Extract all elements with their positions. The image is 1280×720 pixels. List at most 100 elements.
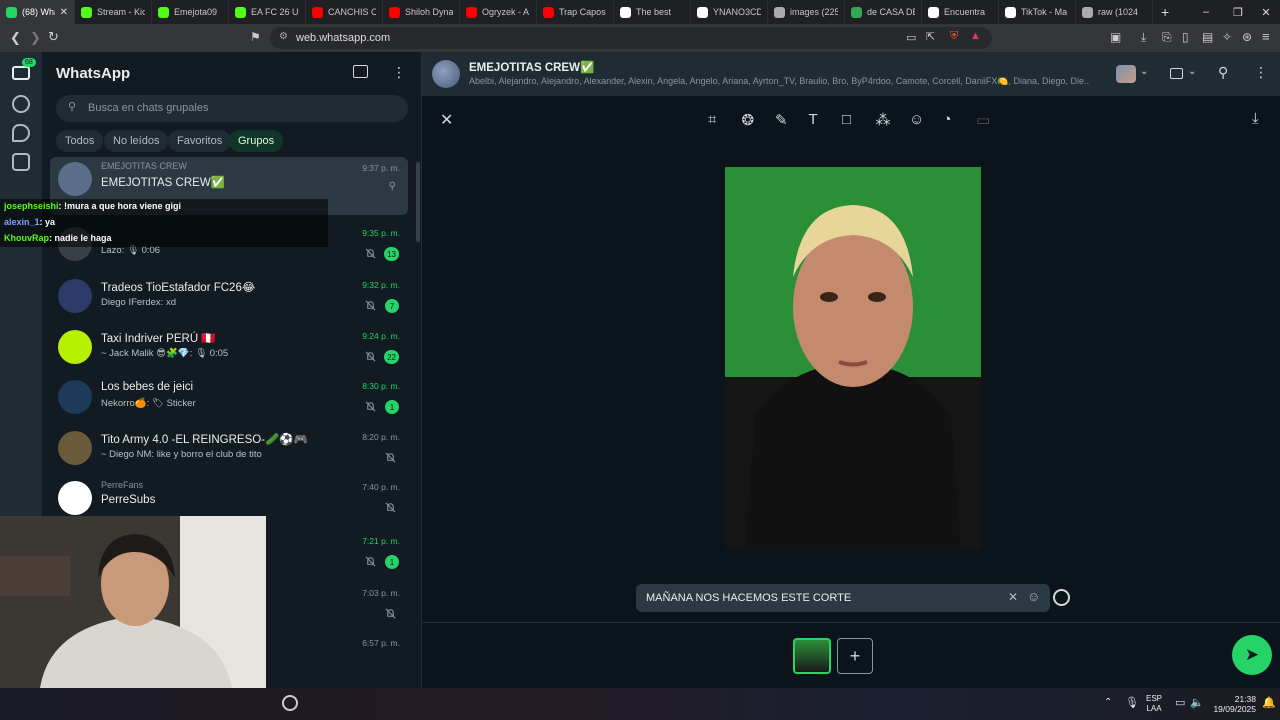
chat-avatar: [58, 481, 92, 515]
filter-no-leidos[interactable]: No leídos: [104, 130, 169, 152]
browser-tab[interactable]: Ogryzek - A: [460, 0, 537, 24]
volume-icon[interactable]: 🔈: [1190, 696, 1204, 709]
close-window-button[interactable]: ✕: [1250, 0, 1280, 24]
filter-icon[interactable]: ❂: [742, 111, 759, 129]
sticker-icon[interactable]: ◔: [943, 111, 960, 128]
chat-list-item[interactable]: Tradeos TioEstafador FC26😂 Diego IFerdex:…: [50, 274, 408, 324]
reader-icon[interactable]: ▣: [1110, 30, 1121, 44]
language-indicator[interactable]: ESP LAA: [1146, 694, 1162, 714]
filter-favoritos[interactable]: Favoritos: [168, 130, 232, 152]
back-icon[interactable]: ❮: [10, 30, 21, 46]
leo-icon[interactable]: ✧: [1222, 30, 1232, 44]
chats-icon[interactable]: [12, 66, 30, 80]
new-tab-button[interactable]: +: [1153, 4, 1177, 20]
chat-preview: Nekorro🍊: 🏷 Sticker: [101, 398, 196, 409]
crop-icon[interactable]: ⌗: [708, 111, 725, 128]
site-info-icon[interactable]: ⚙: [279, 31, 288, 42]
favicon-icon: [697, 6, 708, 18]
chat-list-item[interactable]: Los bebes de jeici Nekorro🍊: 🏷 Sticker 8:3…: [50, 375, 408, 425]
favicon-icon: [81, 6, 92, 18]
app-icon[interactable]: [282, 695, 298, 711]
browser-tab[interactable]: CANCHIS C: [306, 0, 383, 24]
new-chat-icon[interactable]: [353, 65, 368, 78]
sidebar-icon[interactable]: ▯: [1182, 30, 1189, 44]
view-once-icon[interactable]: [1053, 589, 1070, 606]
chat-time: 9:24 p. m.: [362, 331, 400, 341]
tray-chevron-icon[interactable]: ⌃: [1104, 697, 1112, 708]
vpn-icon[interactable]: ⊛: [1242, 30, 1252, 44]
search-input[interactable]: ⚲ Busca en chats grupales: [56, 95, 408, 122]
browser-tab[interactable]: Trap Capos: [537, 0, 614, 24]
chat-name: PerreSubs: [101, 494, 156, 506]
chat-list-item[interactable]: Taxi Indriver PERÚ 🇵🇪 ~ Jack Malik 😎🧩💎: 🎙…: [50, 325, 408, 375]
reload-icon[interactable]: ↻: [48, 29, 59, 45]
media-thumbnail[interactable]: [793, 638, 831, 674]
video-call-icon[interactable]: [1170, 68, 1183, 79]
rewards-icon[interactable]: ▲: [970, 30, 981, 42]
minimize-button[interactable]: –: [1190, 0, 1222, 24]
clock[interactable]: 21:38 19/09/2025: [1208, 694, 1256, 714]
browser-tab[interactable]: raw (1024: [1076, 0, 1153, 24]
filter-todos[interactable]: Todos: [56, 130, 104, 152]
menu-icon[interactable]: ≡: [1262, 29, 1270, 44]
kebab-menu-icon[interactable]: ⋮: [1254, 64, 1268, 81]
install-icon[interactable]: ▭: [906, 31, 916, 44]
share-icon[interactable]: ⇱: [926, 30, 935, 43]
bookmark-icon[interactable]: ⚑: [250, 30, 261, 44]
favicon-icon: [235, 6, 246, 18]
brave-shield-icon[interactable]: ⛨: [950, 30, 958, 43]
blur-icon[interactable]: ⁂: [876, 111, 893, 129]
browser-tab[interactable]: de CASA DE: [845, 0, 922, 24]
favicon-icon: [6, 6, 17, 18]
browser-tab[interactable]: TikTok - Ma: [999, 0, 1076, 24]
notification-icon[interactable]: 🔔: [1262, 696, 1276, 709]
scrollbar[interactable]: [416, 162, 420, 242]
close-tab-icon[interactable]: ✕: [60, 7, 68, 18]
chevron-down-icon[interactable]: ⌄: [1140, 66, 1148, 77]
browser-tab[interactable]: Emejota09: [152, 0, 229, 24]
download-icon[interactable]: ⤓: [1141, 30, 1146, 45]
browser-tab[interactable]: EA FC 26 Ult: [229, 0, 306, 24]
filter-grupos[interactable]: Grupos: [229, 130, 284, 152]
emoji-icon[interactable]: ☺: [1027, 589, 1040, 604]
download-icon[interactable]: ⤓: [1252, 110, 1259, 127]
search-icon[interactable]: ⚲: [1218, 64, 1228, 81]
channels-icon[interactable]: [12, 124, 30, 142]
browser-tab[interactable]: The best: [614, 0, 691, 24]
unread-count-badge: 13: [384, 247, 399, 261]
add-media-button[interactable]: +: [837, 638, 873, 674]
browser-tab[interactable]: Encuentra: [922, 0, 999, 24]
kebab-menu-icon[interactable]: ⋮: [392, 64, 406, 81]
url-field[interactable]: ⚙ web.whatsapp.com ▭ ⇱ ⛨ ▲: [270, 27, 992, 49]
clear-icon[interactable]: ✕: [1008, 590, 1018, 604]
communities-icon[interactable]: [12, 153, 30, 171]
browser-tab[interactable]: images (225: [768, 0, 845, 24]
group-name[interactable]: EMEJOTITAS CREW✅: [469, 60, 594, 74]
tab-title: images (225: [790, 7, 838, 17]
emoji-icon[interactable]: ☺: [909, 111, 926, 128]
wallet-icon[interactable]: ▤: [1202, 30, 1213, 44]
group-members: Abelbi, Alejandro, Alejandro, Alexander,…: [469, 76, 1089, 86]
favicon-icon: [774, 6, 785, 18]
shape-icon[interactable]: □: [842, 111, 859, 128]
call-chevron-icon[interactable]: ⌄: [1188, 66, 1196, 77]
browser-tab[interactable]: (68) WhatsApp ✕: [0, 0, 75, 24]
chat-time: 7:40 p. m.: [362, 482, 400, 492]
bookmarks-icon[interactable]: ⎘: [1162, 30, 1172, 45]
network-icon[interactable]: ▭: [1175, 696, 1185, 709]
caption-input[interactable]: MAÑANA NOS HACEMOS ESTE CORTE ✕ ☺: [636, 584, 1050, 612]
pencil-icon[interactable]: ✎: [775, 111, 792, 129]
close-icon[interactable]: ✕: [440, 110, 453, 130]
sender-avatar[interactable]: [1116, 65, 1136, 83]
forward-icon[interactable]: ❯: [30, 30, 41, 46]
status-icon[interactable]: [12, 95, 30, 113]
browser-tab[interactable]: Stream - Kick: [75, 0, 152, 24]
group-avatar[interactable]: [432, 60, 460, 88]
hd-icon[interactable]: ▭: [976, 111, 993, 129]
chat-list-item[interactable]: Tito Army 4.0 -EL REINGRESO-🥒⚽🎮 ~ Diego N…: [50, 426, 408, 476]
mic-icon[interactable]: 🎙: [1125, 696, 1139, 709]
text-icon[interactable]: T: [809, 111, 826, 128]
browser-tab[interactable]: Shiloh Dyna: [383, 0, 460, 24]
send-button[interactable]: ➤: [1232, 635, 1272, 675]
browser-tab[interactable]: YNANO3CD: [691, 0, 768, 24]
